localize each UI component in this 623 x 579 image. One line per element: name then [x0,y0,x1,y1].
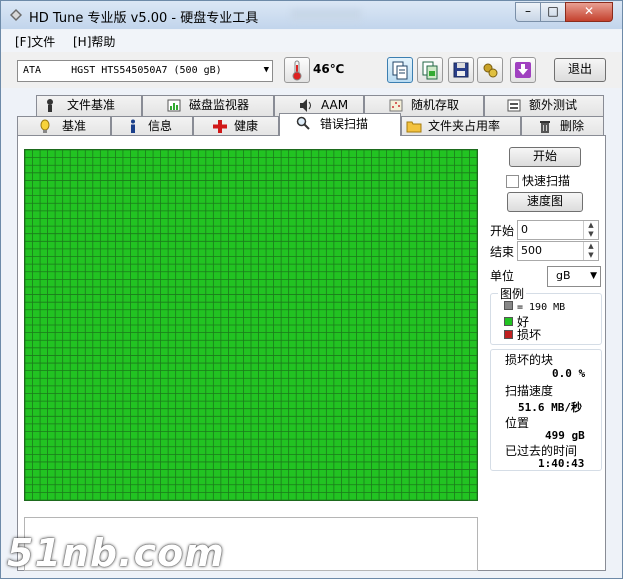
chevron-down-icon: ▼ [263,65,269,75]
unit-value: gB [556,269,571,282]
minimize-button[interactable]: – [515,2,541,22]
speaker-icon [300,99,311,112]
spinner-arrows-icon[interactable]: ▲ ▼ [583,221,598,239]
copy-screenshot-icon [422,61,438,80]
tab-erase[interactable]: 删除 [521,116,604,137]
health-cross-icon [213,120,227,133]
save-button[interactable] [448,57,474,83]
folder-icon [406,121,422,133]
app-icon [10,9,22,21]
start-input[interactable]: 0 ▲ ▼ [517,220,599,240]
block-map [24,149,478,501]
toolbar: ATA HGST HTS545050A7 (500 gB) ▼ 46℃ 退出 [1,52,622,88]
trash-icon [540,121,550,133]
close-button[interactable]: ✕ [565,2,613,22]
drive-select-value: ATA HGST HTS545050A7 (500 gB) [23,65,222,76]
speed-map-button[interactable]: 速度图 [507,192,583,212]
start-label: 开始 [490,224,515,238]
chevron-down-icon: ▼ [590,271,597,281]
tab-label: 健康 [234,119,259,133]
copy-text-icon [392,61,408,80]
legend-bad: 损坏 [504,326,541,343]
copy-text-button[interactable] [387,57,413,83]
exit-button[interactable]: 退出 [554,58,606,82]
watermark-logo: 51nb.com [7,531,225,575]
disk-monitor-icon [167,99,181,112]
tab-info[interactable]: 信息 [111,116,193,137]
damaged-blocks-value: 0.0 % [552,367,586,380]
damaged-blocks-label: 损坏的块 [505,353,554,367]
tab-label: 删除 [560,119,585,133]
unit-select[interactable]: gB ▼ [547,266,601,287]
title-bar[interactable]: HD Tune 专业版 v5.00 - 硬盘专业工具 – □ ✕ [1,1,622,29]
tab-label: 基准 [62,119,87,133]
benchmark-icon [40,119,50,133]
quick-scan-label: 快速扫描 [522,174,571,188]
download-icon [515,62,531,78]
temperature-value: 46℃ [313,62,345,76]
menu-file[interactable]: [F]文件 [15,33,55,50]
tab-label: 错误扫描 [320,117,369,131]
extra-tests-icon [507,99,521,112]
position-label: 位置 [505,416,530,430]
legend-block-size-text: = 190 MB [517,302,566,313]
spinner-arrows-icon[interactable]: ▲ ▼ [583,242,598,260]
drive-select[interactable]: ATA HGST HTS545050A7 (500 gB) ▼ [17,60,273,82]
scan-speed-value: 51.6 MB/秒 [518,401,582,414]
end-value: 500 [521,244,542,257]
window-title: HD Tune 专业版 v5.00 - 硬盘专业工具 [29,11,259,26]
tab-benchmark[interactable]: 基准 [17,116,111,137]
tab-error-scan[interactable]: 错误扫描 [279,113,401,136]
tab-file-benchmark[interactable]: 文件基准 [36,95,142,116]
random-access-icon [389,99,403,112]
block-swatch-icon [504,301,513,310]
legend-block-size: = 190 MB [504,301,565,313]
title-blur [291,9,361,21]
legend-title: 图例 [498,285,527,302]
tab-health[interactable]: 健康 [193,116,279,137]
unit-label: 单位 [490,269,515,283]
start-scan-button[interactable]: 开始 [509,147,581,167]
good-swatch-icon [504,317,513,326]
tab-label: 额外测试 [529,98,578,112]
file-benchmark-icon [47,99,53,112]
tab-label: 随机存取 [411,98,460,112]
copy-screenshot-button[interactable] [417,57,443,83]
scan-speed-label: 扫描速度 [505,384,554,398]
menu-help[interactable]: [H]帮助 [73,33,115,50]
legend-bad-text: 损坏 [517,328,542,342]
menu-bar: [F]文件 [H]帮助 [1,30,622,52]
maximize-button[interactable]: □ [540,2,566,22]
end-label: 结束 [490,245,515,259]
tab-disk-monitor[interactable]: 磁盘监视器 [142,95,274,116]
start-value: 0 [521,223,528,236]
bad-swatch-icon [504,330,513,339]
options-icon [483,63,498,78]
options-button[interactable] [477,57,503,83]
tab-label: 磁盘监视器 [189,98,250,112]
save-icon [453,62,469,78]
tab-label: 信息 [148,119,173,133]
download-button[interactable] [510,57,536,83]
position-value: 499 gB [545,429,585,442]
app-window: HD Tune 专业版 v5.00 - 硬盘专业工具 – □ ✕ [F]文件 [… [0,0,623,579]
end-input[interactable]: 500 ▲ ▼ [517,241,599,261]
info-icon [131,119,135,133]
thermometer-icon[interactable] [284,57,310,83]
tab-label: 文件基准 [67,98,116,112]
magnifier-icon [296,116,310,130]
tab-extra-tests[interactable]: 额外测试 [484,95,604,116]
elapsed-value: 1:40:43 [538,457,585,470]
quick-scan-checkbox[interactable] [506,175,519,188]
tab-folder-usage[interactable]: 文件夹占用率 [401,116,521,137]
block-grid [25,150,477,500]
tab-label: 文件夹占用率 [428,119,501,133]
